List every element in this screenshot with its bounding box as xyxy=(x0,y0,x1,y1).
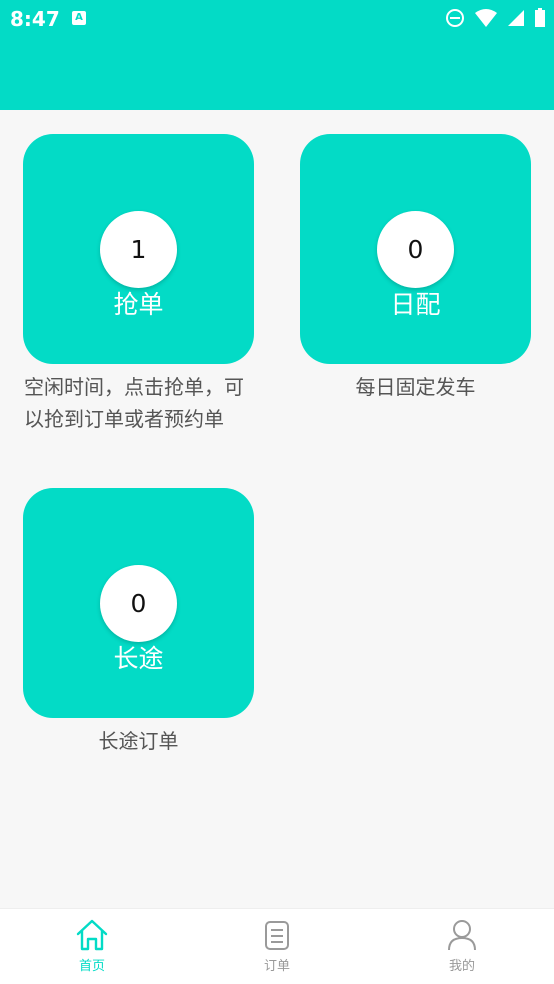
grab-order-count: 1 xyxy=(100,211,177,288)
daily-delivery-title: 日配 xyxy=(390,290,441,319)
status-bar: 8:47 A xyxy=(0,0,554,38)
app-notification-icon: A xyxy=(72,11,86,25)
bottom-navigation: 首页 订单 我的 xyxy=(0,908,554,984)
nav-label-orders: 订单 xyxy=(263,959,290,974)
nav-item-profile[interactable]: 我的 xyxy=(370,909,554,984)
daily-delivery-card[interactable]: 0 日配 xyxy=(300,134,531,364)
long-distance-title: 长途 xyxy=(113,644,164,673)
long-distance-description: 长途订单 xyxy=(98,729,179,753)
nav-item-home[interactable]: 首页 xyxy=(0,909,184,984)
profile-icon xyxy=(448,920,476,951)
cellular-signal-icon xyxy=(507,10,524,26)
long-distance-card[interactable]: 0 长途 xyxy=(23,488,254,718)
grab-order-description: 空闲时间，点击抢单，可以抢到订单或者预约单 xyxy=(24,375,244,431)
grab-order-card[interactable]: 1 抢单 xyxy=(23,134,254,364)
nav-item-orders[interactable]: 订单 xyxy=(185,909,369,984)
daily-delivery-count: 0 xyxy=(377,211,454,288)
status-icons xyxy=(441,8,546,28)
home-icon xyxy=(76,919,108,951)
daily-delivery-description: 每日固定发车 xyxy=(355,375,476,399)
order-list-icon xyxy=(265,921,289,950)
do-not-disturb-icon xyxy=(445,9,464,27)
nav-label-profile: 我的 xyxy=(448,959,475,974)
wifi-icon xyxy=(474,9,497,27)
status-time: 8:47 xyxy=(10,7,60,31)
header-bar: 8:47 A xyxy=(0,0,554,110)
battery-icon xyxy=(535,8,545,27)
grab-order-title: 抢单 xyxy=(113,290,164,319)
long-distance-count: 0 xyxy=(100,565,177,642)
nav-label-home: 首页 xyxy=(78,959,105,974)
